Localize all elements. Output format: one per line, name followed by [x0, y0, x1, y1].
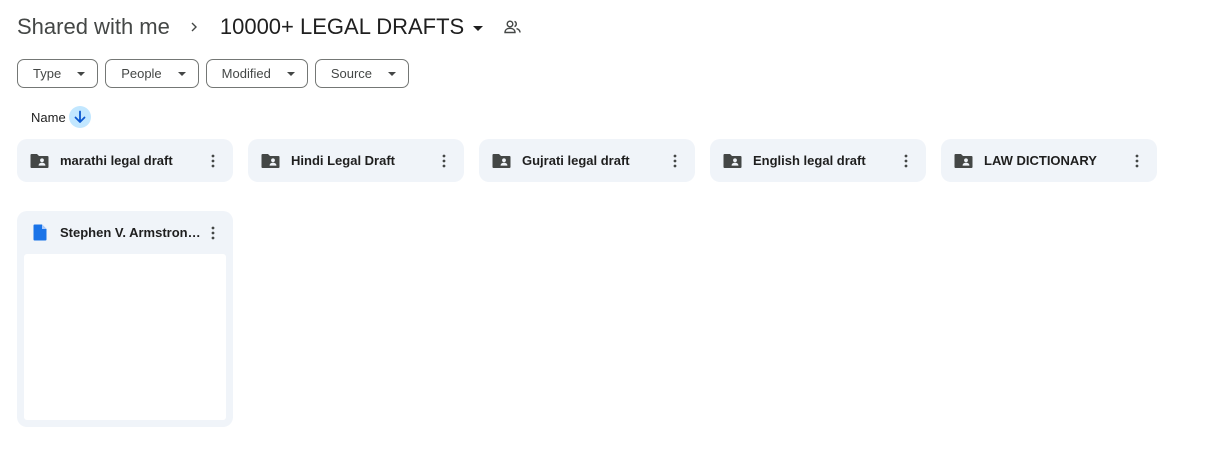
filter-label: Modified — [221, 66, 271, 81]
breadcrumb-root[interactable]: Shared with me — [17, 14, 170, 40]
caret-down-icon — [388, 71, 397, 76]
people-icon[interactable] — [503, 18, 521, 36]
folder-item[interactable]: English legal draft — [710, 139, 926, 182]
more-vert-icon[interactable] — [1127, 149, 1147, 173]
google-docs-icon — [31, 224, 49, 242]
file-name: Stephen V. Armstrong... — [60, 225, 203, 240]
file-card-header: Stephen V. Armstrong... — [17, 211, 233, 254]
more-vert-icon[interactable] — [203, 221, 223, 245]
caret-down-icon — [473, 25, 484, 31]
filter-people[interactable]: People — [105, 59, 199, 88]
shared-folder-icon — [953, 151, 973, 171]
filter-source[interactable]: Source — [314, 59, 410, 88]
filter-label: Source — [330, 66, 373, 81]
shared-folder-icon — [722, 151, 742, 171]
folder-name: LAW DICTIONARY — [984, 153, 1097, 168]
file-thumbnail[interactable] — [24, 254, 226, 420]
more-vert-icon[interactable] — [203, 149, 223, 173]
more-vert-icon[interactable] — [434, 149, 454, 173]
folder-item[interactable]: Hindi Legal Draft — [248, 139, 464, 182]
breadcrumb-current-label: 10000+ LEGAL DRAFTS — [219, 14, 465, 39]
breadcrumb: Shared with me 10000+ LEGAL DRAFTS — [17, 10, 521, 44]
folder-name: marathi legal draft — [60, 153, 173, 168]
caret-down-icon — [177, 71, 186, 76]
folder-item[interactable]: Gujrati legal draft — [479, 139, 695, 182]
more-vert-icon[interactable] — [896, 149, 916, 173]
file-card[interactable]: Stephen V. Armstrong... — [17, 211, 233, 427]
shared-folder-icon — [260, 151, 280, 171]
shared-folder-icon — [29, 151, 49, 171]
folder-name: Gujrati legal draft — [522, 153, 630, 168]
filter-bar: Type People Modified Source — [17, 59, 410, 88]
folder-name: Hindi Legal Draft — [291, 153, 396, 168]
caret-down-icon — [286, 71, 295, 76]
sort-label[interactable]: Name — [31, 110, 66, 125]
shared-folder-icon — [491, 151, 511, 171]
filter-label: People — [121, 66, 162, 81]
chevron-right-icon — [184, 17, 204, 37]
breadcrumb-current-folder[interactable]: 10000+ LEGAL DRAFTS — [219, 14, 484, 40]
filter-label: Type — [33, 66, 62, 81]
more-vert-icon[interactable] — [665, 149, 685, 173]
filter-type[interactable]: Type — [17, 59, 99, 88]
sort-row: Name — [31, 106, 91, 128]
folder-name: English legal draft — [753, 153, 866, 168]
sort-direction-button[interactable] — [68, 106, 91, 128]
folder-item[interactable]: marathi legal draft — [17, 139, 233, 182]
caret-down-icon — [77, 71, 86, 76]
folder-item[interactable]: LAW DICTIONARY — [941, 139, 1157, 182]
arrow-down-icon — [74, 110, 86, 123]
folder-grid: marathi legal draft Hindi Legal Draft Gu… — [17, 139, 1157, 182]
filter-modified[interactable]: Modified — [205, 59, 308, 88]
